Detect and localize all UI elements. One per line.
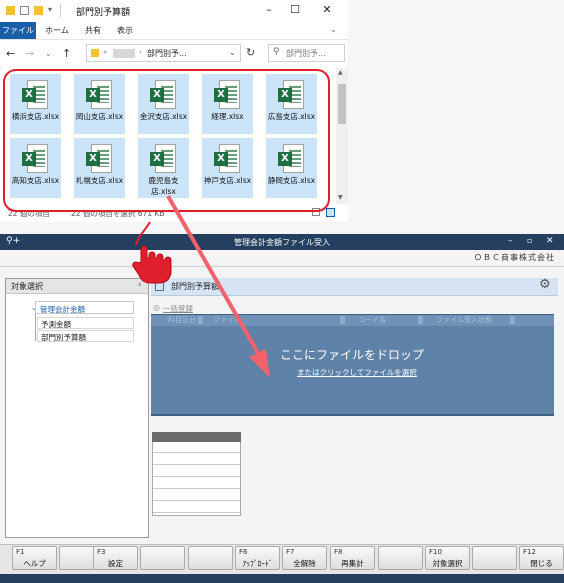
refresh-icon[interactable]: ↻ bbox=[246, 46, 255, 59]
function-key-code: F10 bbox=[429, 548, 442, 556]
window-title: 部門別予算額 bbox=[76, 8, 131, 18]
function-key-code: F8 bbox=[334, 548, 343, 556]
function-key-button[interactable] bbox=[188, 546, 233, 570]
tree-item-forecast[interactable]: 予測金額 bbox=[37, 317, 134, 329]
up-icon[interactable]: ↑ bbox=[62, 47, 71, 60]
ribbon-expand-icon[interactable]: ⌄ bbox=[330, 25, 337, 34]
column-header: コード名 bbox=[358, 316, 386, 324]
collapse-panel-icon[interactable]: ‹ bbox=[138, 280, 142, 290]
company-name: ＯＢＣ商事株式会社 bbox=[474, 253, 555, 262]
grid-row-divider bbox=[153, 500, 240, 501]
function-key-button[interactable]: F1 ヘルプ bbox=[12, 546, 57, 570]
chevron-icon[interactable]: « bbox=[103, 48, 107, 56]
panel-title: 部門別予算額 bbox=[171, 282, 219, 291]
column-sort-icon bbox=[198, 316, 203, 324]
column-header: ファイル受入状態 bbox=[436, 316, 492, 324]
tree-item-dept-budget[interactable]: 部門別予算額 bbox=[37, 330, 134, 342]
function-key-code: F12 bbox=[523, 548, 536, 556]
maximize-button[interactable]: ☐ bbox=[288, 4, 302, 16]
column-sort-icon bbox=[510, 316, 515, 324]
tab-share[interactable]: 共有 bbox=[80, 22, 106, 39]
bottom-bar bbox=[0, 574, 564, 583]
function-key-button[interactable] bbox=[378, 546, 423, 570]
result-grid-header bbox=[152, 432, 241, 442]
function-key-button[interactable] bbox=[472, 546, 517, 570]
gear-icon[interactable]: ⚙ bbox=[539, 277, 551, 292]
quick-access-dropdown-icon[interactable]: ▾ bbox=[48, 5, 52, 14]
function-key-button[interactable] bbox=[140, 546, 185, 570]
function-key-label: ヘルプ bbox=[23, 559, 46, 568]
properties-icon[interactable] bbox=[20, 6, 29, 15]
search-input[interactable]: ⚲ 部門別予... bbox=[268, 44, 345, 62]
grid-row-divider bbox=[153, 476, 240, 477]
selection-highlight bbox=[3, 69, 330, 212]
function-key-button[interactable]: F7 全解除 bbox=[282, 546, 327, 570]
file-drop-zone[interactable] bbox=[151, 314, 554, 416]
back-icon[interactable]: ← bbox=[6, 47, 15, 60]
function-key-code: F1 bbox=[16, 548, 25, 556]
tab-home[interactable]: ホーム bbox=[42, 22, 72, 39]
column-header: 科目区分 bbox=[168, 316, 196, 324]
grid-row-divider bbox=[153, 464, 240, 465]
grid-row-divider bbox=[153, 488, 240, 489]
function-key-label: 再集計 bbox=[341, 559, 364, 568]
ribbon-tabs: ファイル ホーム 共有 表示 ⌄ bbox=[0, 22, 348, 40]
bulk-register-link[interactable]: 一括登録 bbox=[163, 303, 193, 314]
large-icons-view-icon[interactable] bbox=[326, 208, 335, 217]
panel-header: 対象選択 ‹ bbox=[6, 279, 148, 294]
tab-view[interactable]: 表示 bbox=[112, 22, 138, 39]
tree-row-frame bbox=[35, 301, 134, 314]
function-key-button[interactable]: F6 ｱｯﾌﾟﾛｰﾄﾞ bbox=[235, 546, 280, 570]
function-key-label: 閉じる bbox=[530, 559, 553, 568]
address-bar[interactable]: « › 部門別予... ⌄ bbox=[86, 44, 241, 62]
function-key-code: F7 bbox=[286, 548, 295, 556]
tree-line bbox=[35, 314, 36, 341]
search-icon: ⚲ bbox=[273, 47, 280, 57]
function-key-button[interactable]: F10 対象選択 bbox=[425, 546, 470, 570]
address-path-text[interactable]: 部門別予... bbox=[147, 48, 187, 59]
forward-icon[interactable]: → bbox=[25, 47, 34, 60]
grid-row-divider bbox=[153, 512, 240, 513]
scroll-down-icon[interactable]: ▼ bbox=[338, 194, 343, 201]
tree-item-label: 予測金額 bbox=[41, 320, 71, 329]
new-folder-icon[interactable] bbox=[34, 6, 43, 15]
function-key-button[interactable]: F3 設定 bbox=[93, 546, 138, 570]
result-grid bbox=[152, 432, 241, 516]
grid-row-divider bbox=[153, 452, 240, 453]
function-key-button[interactable]: F12 閉じる bbox=[519, 546, 564, 570]
import-panel-header: 部門別予算額 ⚙ bbox=[151, 277, 558, 296]
tab-file[interactable]: ファイル bbox=[0, 22, 36, 39]
info-icon: ◎ bbox=[153, 303, 160, 312]
search-placeholder: 部門別予... bbox=[286, 49, 326, 58]
close-button[interactable]: ✕ bbox=[320, 4, 334, 16]
function-key-label: 対象選択 bbox=[432, 559, 463, 568]
function-key-code: F3 bbox=[97, 548, 106, 556]
scroll-up-icon[interactable]: ▲ bbox=[338, 69, 343, 76]
drop-zone-header bbox=[151, 315, 554, 326]
column-header: ファイル bbox=[213, 316, 241, 324]
function-key-code: F6 bbox=[239, 548, 248, 556]
drop-instruction: ここにファイルをドロップ bbox=[280, 348, 425, 362]
redacted-path-segment bbox=[113, 49, 135, 58]
function-key-label: 全解除 bbox=[293, 559, 316, 568]
function-key-button[interactable]: F8 再集計 bbox=[330, 546, 375, 570]
panel-title: 対象選択 bbox=[11, 282, 43, 291]
folder-icon bbox=[6, 6, 15, 15]
divider bbox=[0, 266, 564, 267]
divider bbox=[60, 4, 61, 17]
function-key-label: ｱｯﾌﾟﾛｰﾄﾞ bbox=[242, 559, 273, 568]
function-key-label: 設定 bbox=[108, 559, 123, 568]
minimize-button[interactable]: – bbox=[262, 4, 276, 16]
folder-icon bbox=[91, 49, 99, 57]
select-file-link[interactable]: またはクリックしてファイルを選択 bbox=[297, 367, 417, 378]
recent-locations-icon[interactable]: ⌄ bbox=[45, 49, 52, 58]
panel-icon bbox=[155, 282, 164, 291]
column-sort-icon bbox=[418, 316, 423, 324]
tree-item-label: 部門別予算額 bbox=[41, 333, 86, 342]
address-dropdown-icon[interactable]: ⌄ bbox=[229, 48, 236, 57]
column-sort-icon bbox=[340, 316, 345, 324]
app-title: 管理会計金額ファイル受入 bbox=[234, 238, 330, 247]
chevron-icon: › bbox=[139, 48, 142, 56]
scrollbar-thumb[interactable] bbox=[338, 84, 346, 124]
